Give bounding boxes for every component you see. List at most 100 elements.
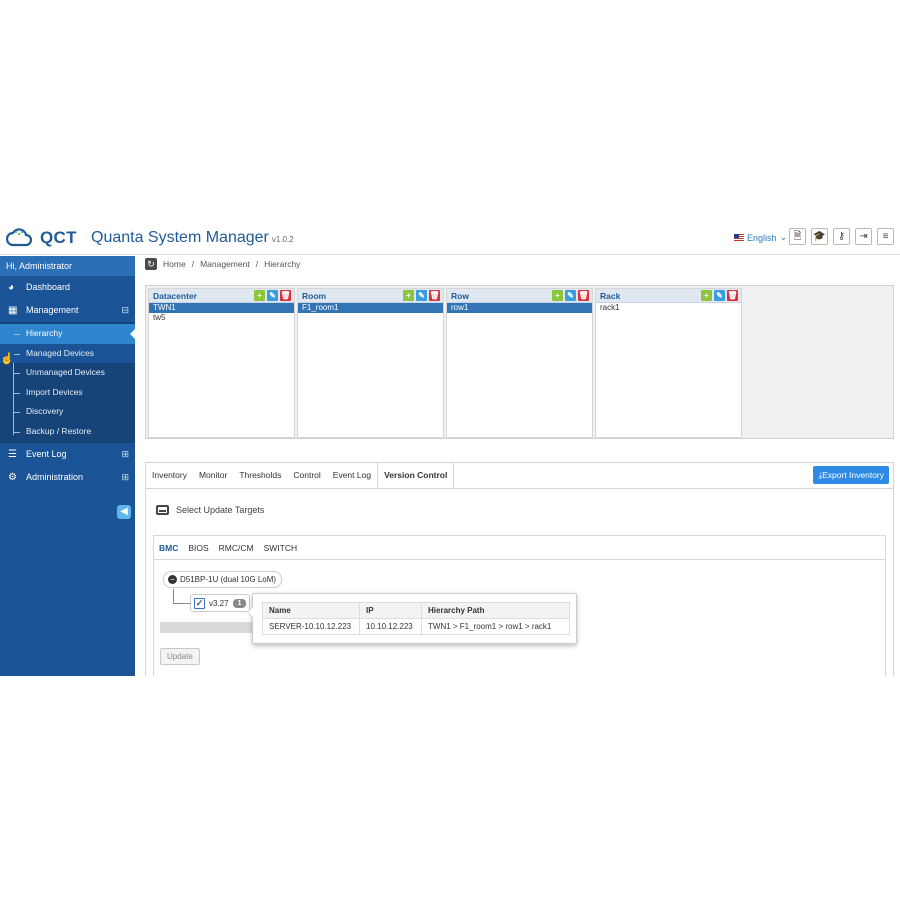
tab-control[interactable]: Control	[287, 463, 326, 488]
tab-thresholds[interactable]: Thresholds	[233, 463, 287, 488]
table-icon: ▦	[8, 305, 18, 316]
flag-icon	[734, 234, 744, 241]
table-header-row: Name IP Hierarchy Path	[262, 602, 570, 619]
trash-icon[interactable]: 🗑	[280, 290, 291, 301]
tree-leaf-version[interactable]: ✓ v3.27 1	[190, 594, 251, 612]
cogs-icon: ⚙	[8, 472, 17, 483]
sidebar-item-label: Management	[26, 305, 79, 315]
user-greeting: Hi, Administrator	[0, 256, 135, 276]
sidebar-item-dashboard[interactable]: ◕ Dashboard	[0, 276, 135, 299]
breadcrumb: ↻ Home / Management / Hierarchy	[145, 258, 300, 270]
rack-column: Rack + ✎ 🗑 rack1	[595, 288, 742, 438]
column-hierarchy-path: Hierarchy Path	[421, 602, 570, 619]
firmware-tab-bar: BMC BIOS RMC/CM SWITCH	[154, 536, 885, 560]
tab-inventory[interactable]: Inventory	[146, 463, 193, 488]
collapse-sidebar-icon[interactable]: ◀	[117, 505, 131, 519]
subtab-bmc[interactable]: BMC	[154, 536, 183, 559]
add-icon[interactable]: +	[254, 290, 265, 301]
refresh-icon[interactable]: ↻	[145, 258, 157, 270]
progress-bar	[160, 622, 260, 633]
subtab-switch[interactable]: SWITCH	[259, 536, 303, 559]
language-dropdown[interactable]: English ⌄	[734, 232, 787, 243]
cell-path: TWN1 > F1_room1 > row1 > rack1	[421, 618, 570, 635]
graduation-cap-icon[interactable]: 🎓	[811, 228, 828, 245]
cell-ip: 10.10.12.223	[359, 618, 422, 635]
management-subnav: Hierarchy Managed Devices Unmanaged Devi…	[0, 322, 135, 443]
document-icon[interactable]: 🗎	[789, 228, 806, 245]
subtab-bios[interactable]: BIOS	[183, 536, 213, 559]
list-item[interactable]: row1	[447, 303, 592, 313]
trash-icon[interactable]: 🗑	[727, 290, 738, 301]
hand-cursor-icon: ☝	[0, 353, 14, 365]
menu-icon[interactable]: ≡	[877, 228, 894, 245]
sidebar-item-import-devices[interactable]: Import Devices	[0, 383, 135, 403]
cell-name: SERVER-10.10.12.223	[262, 618, 360, 635]
sign-out-icon[interactable]: ⇥	[855, 228, 872, 245]
trash-icon[interactable]: 🗑	[429, 290, 440, 301]
sidebar: Hi, Administrator ◕ Dashboard ▦ Manageme…	[0, 256, 135, 676]
top-header: QCT Quanta System Manager v1.0.2 English …	[0, 221, 900, 254]
brand-logo-text: QCT	[40, 228, 77, 247]
add-icon[interactable]: +	[701, 290, 712, 301]
sidebar-item-managed-devices[interactable]: Managed Devices	[0, 343, 135, 363]
collapse-icon[interactable]: ⊟	[121, 299, 129, 322]
trash-icon[interactable]: 🗑	[578, 290, 589, 301]
sidebar-item-discovery[interactable]: Discovery	[0, 402, 135, 422]
cloud-logo-icon	[6, 228, 32, 247]
tree-connector	[173, 589, 190, 604]
column-header: Rack + ✎ 🗑	[596, 289, 741, 303]
breadcrumb-current: Hierarchy	[264, 259, 301, 269]
hierarchy-panel: Datacenter + ✎ 🗑 TWN1 tw5 Room + ✎ 🗑 F1_room…	[145, 285, 894, 439]
edit-icon[interactable]: ✎	[267, 290, 278, 301]
expand-icon[interactable]: ⊞	[121, 443, 129, 466]
edit-icon[interactable]: ✎	[416, 290, 427, 301]
column-ip: IP	[359, 602, 422, 619]
subtab-rmc-cm[interactable]: RMC/CM	[214, 536, 259, 559]
breadcrumb-management[interactable]: Management	[200, 259, 250, 269]
update-button[interactable]: Update	[160, 648, 200, 665]
section-title: Select Update Targets	[176, 505, 265, 515]
column-title: Datacenter	[153, 291, 197, 301]
tree-node-model[interactable]: − D51BP-1U (dual 10G LoM)	[163, 571, 283, 588]
datacenter-column: Datacenter + ✎ 🗑 TWN1 tw5	[148, 288, 295, 438]
checkbox-checked[interactable]: ✓	[194, 597, 205, 609]
key-icon[interactable]: ⚷	[833, 228, 850, 245]
breadcrumb-home[interactable]: Home	[163, 259, 186, 269]
table-row: SERVER-10.10.12.223 10.10.12.223 TWN1 > …	[262, 618, 570, 635]
app-name: Quanta System Manager	[91, 229, 269, 246]
export-button-label: Export Inventory	[822, 470, 884, 480]
column-header: Datacenter + ✎ 🗑	[149, 289, 294, 303]
chevron-down-icon: ⌄	[779, 232, 788, 242]
hard-drive-icon	[156, 505, 169, 515]
column-header: Row + ✎ 🗑	[447, 289, 592, 303]
column-header: Room + ✎ 🗑	[298, 289, 443, 303]
sidebar-item-event-log[interactable]: ☰ Event Log ⊞	[0, 443, 135, 466]
list-item[interactable]: rack1	[596, 303, 741, 313]
servers-tooltip: Name IP Hierarchy Path SERVER-10.10.12.2…	[247, 593, 577, 644]
minus-circle-icon[interactable]: −	[168, 575, 177, 584]
sidebar-item-hierarchy[interactable]: Hierarchy	[0, 324, 135, 344]
list-icon: ☰	[8, 449, 17, 460]
count-badge: 1	[232, 598, 247, 608]
sidebar-item-management[interactable]: ▦ Management ⊟	[0, 299, 135, 322]
sidebar-item-label: Dashboard	[26, 282, 71, 292]
list-item[interactable]: TWN1	[149, 303, 294, 313]
list-item[interactable]: tw5	[149, 313, 294, 323]
add-icon[interactable]: +	[403, 290, 414, 301]
edit-icon[interactable]: ✎	[565, 290, 576, 301]
version-label: v3.27	[209, 598, 229, 608]
select-update-targets-heading: Select Update Targets	[156, 505, 264, 515]
tab-monitor[interactable]: Monitor	[193, 463, 233, 488]
edit-icon[interactable]: ✎	[714, 290, 725, 301]
sidebar-item-unmanaged-devices[interactable]: Unmanaged Devices	[0, 363, 135, 383]
tab-version-control[interactable]: Version Control	[377, 463, 455, 489]
tab-bar: Inventory Monitor Thresholds Control Eve…	[146, 463, 455, 489]
sidebar-item-backup-restore[interactable]: Backup / Restore	[0, 422, 135, 442]
expand-icon[interactable]: ⊞	[121, 466, 129, 489]
list-item[interactable]: F1_room1	[298, 303, 443, 313]
sidebar-item-administration[interactable]: ⚙ Administration ⊞	[0, 466, 135, 489]
column-title: Rack	[600, 291, 621, 301]
export-inventory-button[interactable]: ⤓Export Inventory	[813, 466, 889, 484]
add-icon[interactable]: +	[552, 290, 563, 301]
tab-event-log[interactable]: Event Log	[327, 463, 377, 488]
